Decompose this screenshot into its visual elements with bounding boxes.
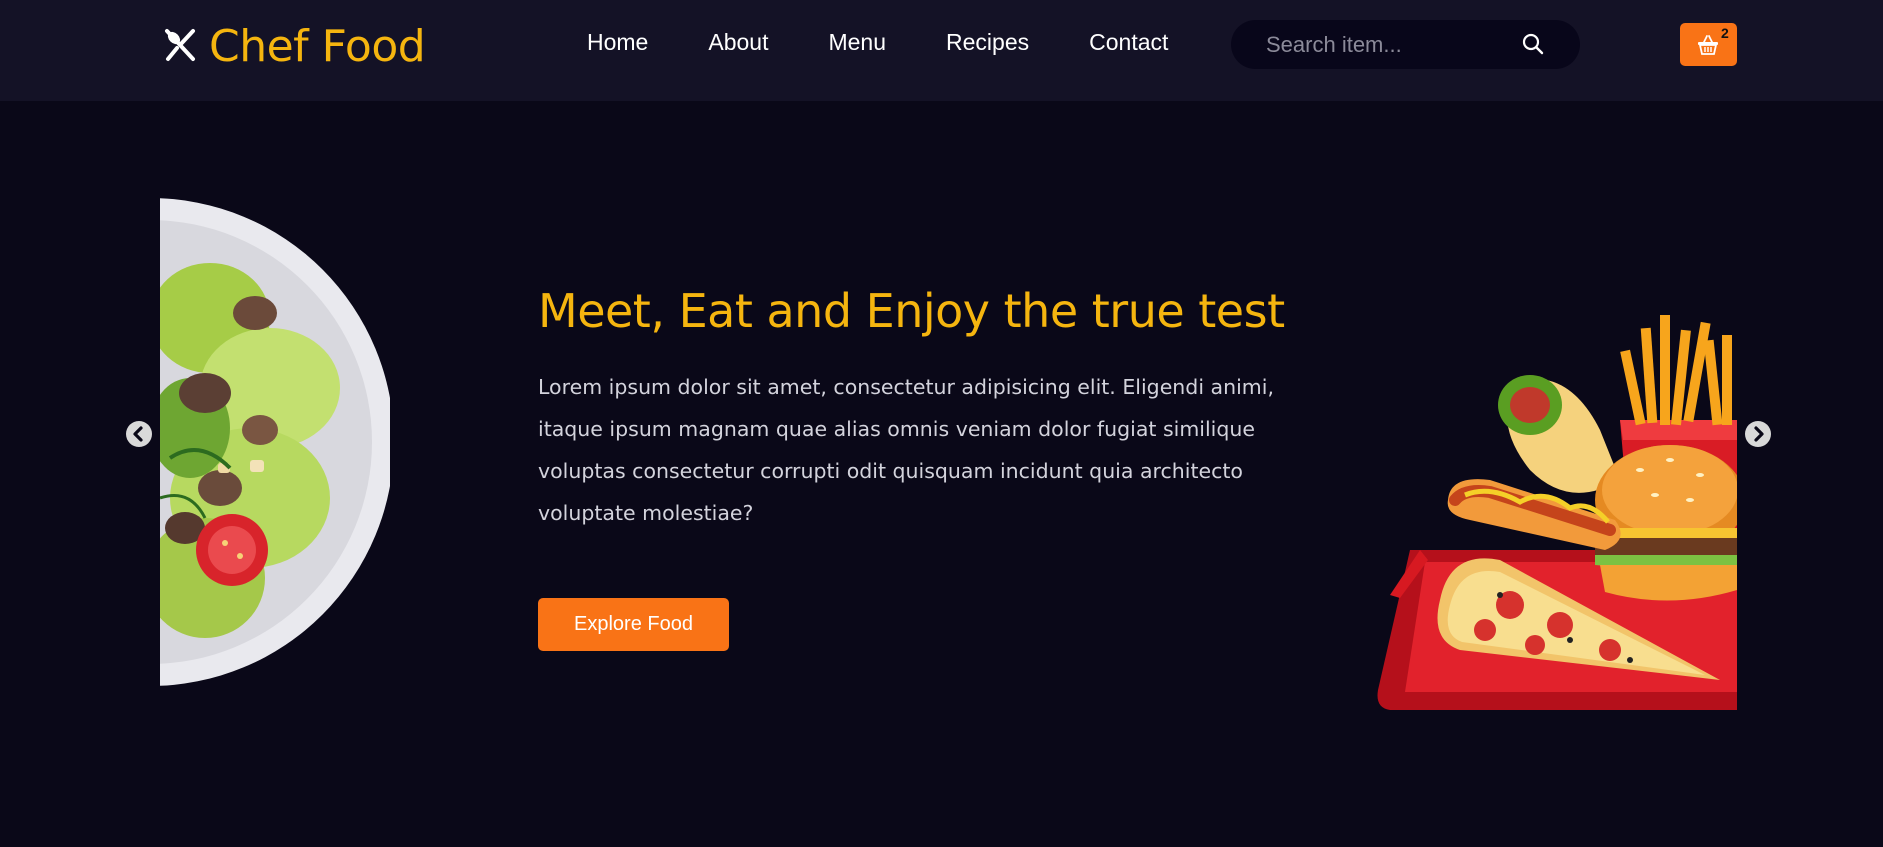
chevron-right-icon bbox=[1754, 426, 1764, 442]
salad-plate-image bbox=[160, 198, 390, 686]
nav-menu[interactable]: Menu bbox=[828, 29, 886, 56]
nav-recipes[interactable]: Recipes bbox=[946, 29, 1029, 56]
brand-logo[interactable]: Chef Food bbox=[163, 16, 426, 76]
fork-knife-icon bbox=[165, 29, 195, 61]
chevron-left-icon bbox=[133, 426, 143, 442]
nav-about[interactable]: About bbox=[708, 29, 768, 56]
shopping-basket-icon bbox=[1698, 35, 1718, 55]
brand-name: Chef Food bbox=[209, 20, 426, 72]
nav-contact[interactable]: Contact bbox=[1089, 29, 1168, 56]
nav-home[interactable]: Home bbox=[587, 29, 648, 56]
carousel-next-button[interactable] bbox=[1745, 421, 1771, 447]
hero-description: Lorem ipsum dolor sit amet, consectetur … bbox=[538, 375, 1274, 525]
fast-food-tray-image bbox=[1377, 315, 1737, 710]
hero-title: Meet, Eat and Enjoy the true test bbox=[538, 284, 1285, 338]
cart-button[interactable]: 2 bbox=[1680, 23, 1737, 66]
cart-count-badge: 2 bbox=[1721, 25, 1729, 41]
search-input[interactable] bbox=[1266, 20, 1526, 69]
main-nav: Home About Menu Recipes Contact bbox=[587, 29, 1228, 56]
carousel-prev-button[interactable] bbox=[126, 421, 152, 447]
navbar: Chef Food Home About Menu Recipes Contac… bbox=[0, 0, 1883, 101]
explore-food-button[interactable]: Explore Food bbox=[538, 598, 729, 651]
search-icon[interactable] bbox=[1521, 32, 1545, 56]
